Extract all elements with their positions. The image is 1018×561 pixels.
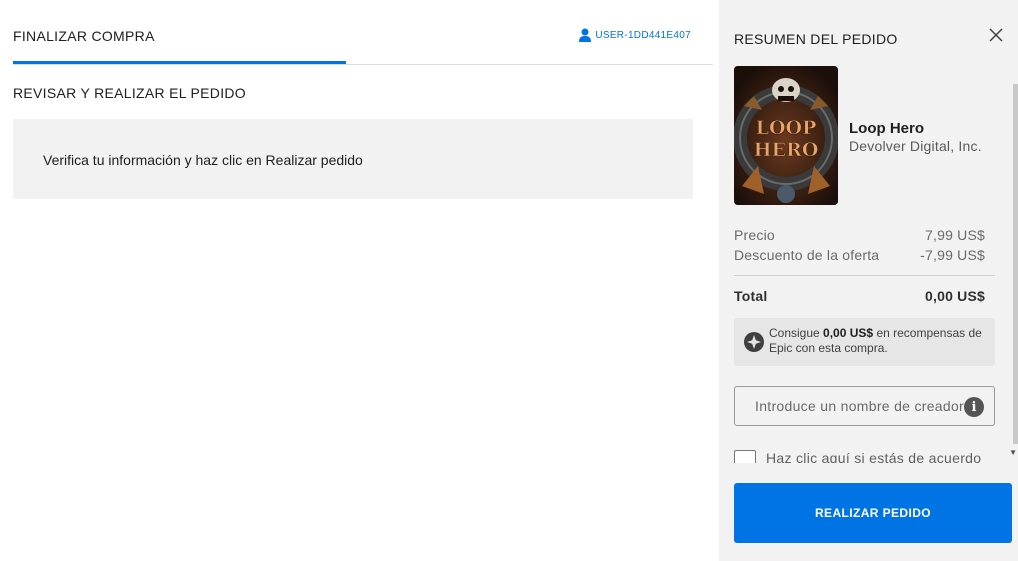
- price-value: 7,99 US$: [925, 227, 985, 243]
- checkout-panel: FINALIZAR COMPRA USER-1DD441E407 REVISAR…: [0, 0, 719, 561]
- summary-scrollbar[interactable]: [1013, 84, 1018, 444]
- scroll-down-arrow-icon[interactable]: ▼: [1009, 448, 1017, 457]
- creator-code-field[interactable]: i: [734, 386, 995, 426]
- summary-title: RESUMEN DEL PEDIDO: [734, 31, 898, 47]
- game-cover: LOOP HERO: [734, 66, 838, 205]
- total-label: Total: [734, 288, 768, 304]
- section-title: REVISAR Y REALIZAR EL PEDIDO: [13, 85, 246, 101]
- info-box: Verifica tu información y haz clic en Re…: [13, 119, 693, 199]
- summary-divider: [734, 275, 995, 276]
- checkout-header: FINALIZAR COMPRA USER-1DD441E407: [13, 0, 713, 65]
- user-account[interactable]: USER-1DD441E407: [579, 28, 691, 42]
- close-icon[interactable]: [988, 27, 1004, 43]
- info-text: Verifica tu información y haz clic en Re…: [43, 152, 363, 168]
- price-row: Precio 7,99 US$: [734, 227, 985, 243]
- cover-logo-line2: HERO: [754, 139, 819, 161]
- epic-rewards-icon: [744, 332, 764, 352]
- discount-row: Descuento de la oferta -7,99 US$: [734, 247, 985, 263]
- tab-checkout[interactable]: FINALIZAR COMPRA: [13, 28, 155, 44]
- price-label: Precio: [734, 227, 775, 243]
- rewards-prefix: Consigue: [769, 326, 820, 340]
- discount-value: -7,99 US$: [920, 247, 985, 263]
- game-publisher: Devolver Digital, Inc.: [849, 138, 982, 154]
- place-order-button[interactable]: REALIZAR PEDIDO: [734, 483, 1012, 543]
- user-icon: [579, 28, 592, 42]
- game-title: Loop Hero: [849, 120, 924, 137]
- creator-code-input[interactable]: [735, 387, 994, 425]
- info-icon[interactable]: i: [964, 397, 984, 417]
- agree-row[interactable]: Haz clic aquí si estás de acuerdo: [734, 448, 1014, 463]
- cover-logo-line1: LOOP: [756, 117, 817, 139]
- rewards-amount: 0,00 US$: [823, 326, 874, 340]
- summary-scroll-area[interactable]: LOOP HERO Loop Hero Devolver Digital, In…: [719, 58, 1018, 463]
- rewards-text: Consigue 0,00 US$ en recompensas de Epic…: [769, 326, 991, 356]
- agree-checkbox[interactable]: [734, 450, 756, 463]
- order-summary-panel: RESUMEN DEL PEDIDO LOOP HERO Loop Hero D…: [719, 0, 1018, 561]
- agree-text: Haz clic aquí si estás de acuerdo: [766, 450, 982, 463]
- rewards-notice: Consigue 0,00 US$ en recompensas de Epic…: [734, 318, 995, 366]
- total-row: Total 0,00 US$: [734, 288, 985, 304]
- game-cover-art: LOOP HERO: [734, 66, 838, 205]
- total-value: 0,00 US$: [925, 288, 985, 304]
- tab-active-indicator: [13, 61, 346, 64]
- user-name: USER-1DD441E407: [595, 29, 691, 41]
- discount-label: Descuento de la oferta: [734, 247, 880, 263]
